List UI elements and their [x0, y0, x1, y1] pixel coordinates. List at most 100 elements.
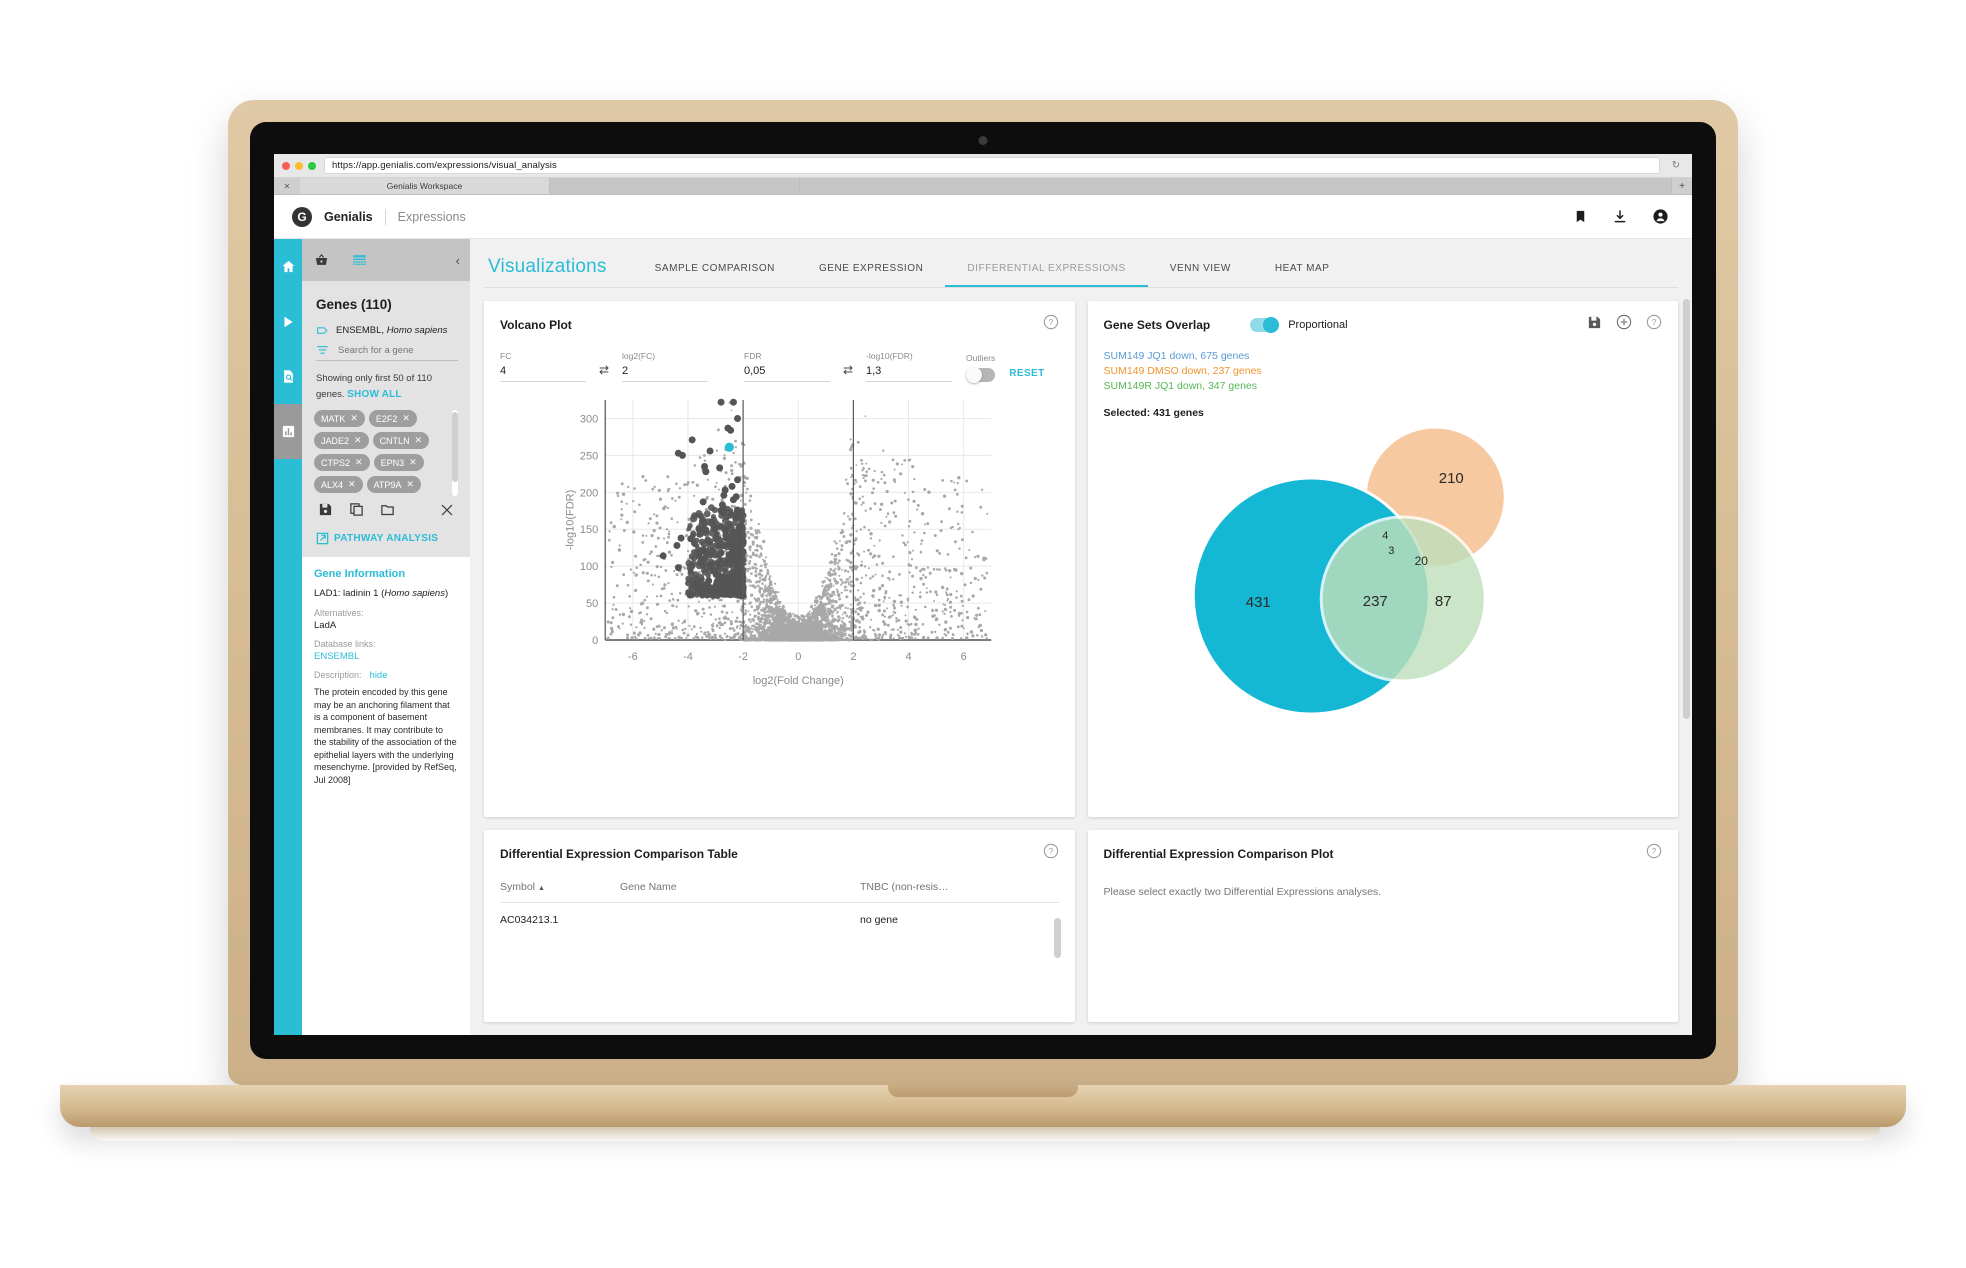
venn-region-label: 210	[1438, 470, 1463, 487]
pathway-analysis-button[interactable]: PATHWAY ANALYSIS	[314, 526, 458, 557]
ensembl-link[interactable]: ENSEMBL	[314, 651, 458, 662]
maximize-window-button[interactable]	[308, 161, 316, 170]
remove-chip-icon[interactable]: ✕	[406, 479, 414, 490]
column-header-symbol[interactable]: Symbol ▲	[500, 881, 620, 893]
address-bar[interactable]: https://app.genialis.com/expressions/vis…	[324, 157, 1660, 174]
clear-icon[interactable]	[440, 503, 454, 522]
gene-chip[interactable]: CTPS2 ✕	[314, 454, 370, 471]
gene-chip[interactable]: EPN3 ✕	[373, 454, 424, 471]
chips-scrollbar-thumb[interactable]	[452, 412, 458, 482]
add-icon[interactable]	[1616, 314, 1632, 335]
neglog10fdr-value[interactable]: 1,3	[866, 365, 952, 382]
log2fc-value[interactable]: 2	[622, 365, 708, 382]
bookmark-icon[interactable]	[1566, 203, 1594, 231]
svg-text:?: ?	[1048, 318, 1053, 327]
chips-scrollbar-track[interactable]	[452, 410, 458, 496]
volcano-plot[interactable]: 0 50 100 150 200 250 300 -6 -4 -2 0 2 4 6 -log10(FDR) l…	[500, 388, 1059, 688]
home-icon[interactable]	[274, 239, 302, 294]
gene-chip[interactable]: CNTLN ✕	[372, 432, 430, 449]
laptop-shadow	[90, 1127, 1880, 1141]
remove-chip-icon[interactable]: ✕	[409, 457, 417, 468]
venn-region-label: 237	[1362, 593, 1387, 610]
fc-value[interactable]: 4	[500, 365, 586, 382]
copy-icon[interactable]	[349, 502, 364, 522]
svg-text:300: 300	[580, 413, 598, 425]
outliers-toggle[interactable]	[966, 367, 995, 383]
help-icon[interactable]: ?	[1646, 314, 1662, 335]
play-icon[interactable]	[274, 294, 302, 349]
alternatives-value: LadA	[314, 620, 337, 631]
main-content: Visualizations SAMPLE COMPARISON GENE EXP…	[470, 239, 1692, 1035]
browser-tab-label: Genialis Workspace	[386, 181, 463, 191]
close-icon[interactable]: ✕	[274, 178, 300, 194]
description-toggle[interactable]: hide	[370, 670, 388, 681]
selected-genes-text: Selected: 431 genes	[1103, 407, 1204, 419]
basket-icon[interactable]	[302, 239, 340, 281]
fc-swap-icon[interactable]: ⇄	[586, 363, 622, 382]
remove-chip-icon[interactable]: ✕	[348, 479, 356, 490]
tab-heat-map[interactable]: HEAT MAP	[1253, 263, 1352, 287]
gene-chip[interactable]: ATP9A ✕	[366, 476, 421, 493]
help-icon[interactable]: ?	[1043, 314, 1059, 335]
download-icon[interactable]	[1606, 203, 1634, 231]
tab-sample-comparison[interactable]: SAMPLE COMPARISON	[633, 263, 797, 287]
reload-icon[interactable]: ↻	[1668, 160, 1684, 171]
proportional-toggle[interactable]	[1250, 316, 1280, 333]
column-label-symbol: Symbol	[500, 881, 536, 893]
venn-diagram[interactable]: 431 210 87 4 3 20 237	[1104, 421, 1663, 721]
remove-chip-icon[interactable]: ✕	[415, 435, 423, 446]
fdr-field[interactable]: FDR 0,05	[744, 351, 830, 382]
help-icon[interactable]: ?	[1646, 843, 1662, 864]
search-row[interactable]	[316, 344, 458, 361]
collapse-panel-button[interactable]: ‹	[378, 239, 470, 281]
fdr-swap-icon[interactable]: ⇄	[830, 363, 866, 382]
window-controls[interactable]	[282, 161, 316, 170]
browser-tab-active[interactable]: Genialis Workspace	[300, 178, 550, 194]
remove-chip-icon[interactable]: ✕	[354, 435, 362, 446]
close-window-button[interactable]	[282, 161, 290, 170]
search-input[interactable]	[336, 344, 446, 357]
tab-venn-view[interactable]: VENN VIEW	[1148, 263, 1253, 287]
svg-text:0: 0	[592, 635, 598, 647]
remove-chip-icon[interactable]: ✕	[402, 413, 410, 424]
help-icon[interactable]: ?	[1043, 843, 1059, 864]
tab-differential-expressions[interactable]: DIFFERENTIAL EXPRESSIONS	[945, 263, 1148, 287]
data-search-icon[interactable]	[274, 349, 302, 404]
column-header-gene-name[interactable]: Gene Name	[620, 881, 860, 893]
account-icon[interactable]	[1646, 203, 1674, 231]
toggle-knob	[966, 367, 982, 383]
gene-chip[interactable]: E2F2 ✕	[368, 410, 417, 427]
gene-chip[interactable]: ALX4 ✕	[314, 476, 363, 493]
table-scrollbar[interactable]	[1053, 918, 1061, 958]
gene-chip[interactable]: JADE2 ✕	[314, 432, 369, 449]
save-icon[interactable]	[318, 502, 333, 522]
fc-field[interactable]: FC 4	[500, 351, 586, 382]
new-tab-button[interactable]: +	[1672, 178, 1692, 194]
icon-rail	[274, 239, 302, 1035]
column-header-tnbc[interactable]: TNBC (non-resis…	[860, 881, 949, 893]
database-links-label: Database links:	[314, 639, 376, 649]
gene-chip[interactable]: MATK ✕	[314, 410, 365, 427]
main-scrollbar[interactable]	[1683, 299, 1690, 719]
table-row[interactable]: AC034213.1 no gene	[500, 903, 1059, 926]
browser-tab-empty-1[interactable]	[550, 178, 800, 194]
folder-icon[interactable]	[380, 502, 395, 522]
neglog10fdr-field[interactable]: -log10(FDR) 1,3	[866, 351, 952, 382]
table-icon[interactable]	[340, 239, 378, 281]
reset-button[interactable]: RESET	[1009, 368, 1044, 382]
save-icon[interactable]	[1587, 315, 1602, 335]
tab-gene-expression[interactable]: GENE EXPRESSION	[797, 263, 945, 287]
remove-chip-icon[interactable]: ✕	[355, 457, 363, 468]
fdr-value[interactable]: 0,05	[744, 365, 830, 382]
log2fc-field[interactable]: log2(FC) 2	[622, 351, 708, 382]
minimize-window-button[interactable]	[295, 161, 303, 170]
browser-tab-empty-2[interactable]	[800, 178, 1672, 194]
show-all-button[interactable]: SHOW ALL	[347, 389, 402, 400]
chart-icon[interactable]	[274, 404, 302, 459]
svg-text:200: 200	[580, 487, 598, 499]
gene-chip-label: EPN3	[380, 457, 405, 468]
gene-chips-area: MATK ✕ E2F2 ✕ JADE2 ✕ CNTLN ✕ CTPS2 ✕ EPN3 ✕ ALX4 ✕ AT…	[314, 410, 458, 496]
volcano-svg: 050100150200250300-6 -4 -2 0 2 4 6-log10(FDR)l…	[564, 398, 992, 687]
panel-tab-bar: ‹	[302, 239, 470, 281]
remove-chip-icon[interactable]: ✕	[350, 413, 358, 424]
